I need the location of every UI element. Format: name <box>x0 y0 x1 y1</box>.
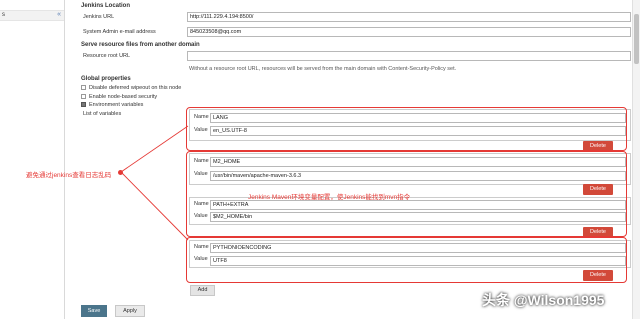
admin-email-label: System Admin e-mail address <box>83 29 156 35</box>
annotation-dot <box>118 170 123 175</box>
value-label: Value <box>194 171 208 177</box>
serve-resource-title: Serve resource files from another domain <box>81 42 200 48</box>
env-name-input[interactable]: PATH+EXTRA <box>210 200 626 210</box>
vertical-scrollbar[interactable] <box>632 0 640 319</box>
watermark: 头条 @Wilson1995 <box>482 292 605 308</box>
scrollbar-thumb[interactable] <box>634 14 639 64</box>
list-of-variables-label: List of variables <box>83 111 122 117</box>
env-name-input[interactable]: LANG <box>210 113 626 123</box>
env-name-input[interactable]: PYTHONIOENCODING <box>210 243 626 253</box>
env-name-input[interactable]: M2_HOME <box>210 157 626 167</box>
delete-button[interactable]: Delete <box>583 184 613 195</box>
annotation-left-note: 避免通过jenkins查看日志乱码 <box>26 172 112 179</box>
checkbox[interactable] <box>81 85 86 91</box>
delete-button[interactable]: Delete <box>583 227 613 238</box>
apply-button[interactable]: Apply <box>115 305 145 317</box>
annotation-maven-note: Jenkins Maven环境变量配置，使Jenkins能找到mvn指令 <box>248 194 411 201</box>
env-value-input[interactable]: UTF8 <box>210 256 626 266</box>
env-var-entry: Name LANG Value en_US.UTF-8 <box>189 109 631 141</box>
name-label: Name <box>194 201 209 207</box>
jenkins-location-title: Jenkins Location <box>81 3 131 9</box>
checkbox[interactable] <box>81 94 86 100</box>
admin-email-input[interactable]: 845023508@qq.com <box>187 27 631 37</box>
collapse-icon[interactable]: « <box>57 11 61 18</box>
resource-root-label: Resource root URL <box>83 53 131 59</box>
sidebar-item[interactable]: s « <box>0 10 64 21</box>
checkbox-checked[interactable] <box>81 102 86 108</box>
value-label: Value <box>194 256 208 262</box>
global-properties-title: Global properties <box>81 76 131 82</box>
resource-root-hint: Without a resource root URL, resources w… <box>189 66 457 72</box>
name-label: Name <box>194 158 209 164</box>
resource-root-input[interactable] <box>187 51 631 61</box>
option-label: Enable node-based security <box>89 94 158 100</box>
option-node-security[interactable]: Enable node-based security <box>81 94 157 100</box>
env-value-input[interactable]: /usr/bin/maven/apache-maven-3.6.3 <box>210 171 626 181</box>
configure-form: Jenkins Location Jenkins URL http://111.… <box>65 0 632 319</box>
env-var-entry: Name PATH+EXTRA Value $M2_HOME/bin <box>189 197 631 225</box>
delete-button[interactable]: Delete <box>583 141 613 152</box>
env-var-entry: Name PYTHONIOENCODING Value UTF8 <box>189 240 631 268</box>
env-var-entry: Name M2_HOME Value /usr/bin/maven/apache… <box>189 153 631 185</box>
value-label: Value <box>194 213 208 219</box>
jenkins-url-label: Jenkins URL <box>83 14 115 20</box>
value-label: Value <box>194 127 208 133</box>
option-env-vars[interactable]: Environment variables <box>81 102 143 108</box>
env-value-input[interactable]: $M2_HOME/bin <box>210 212 626 222</box>
option-label: Disable deferred wipeout on this node <box>89 85 182 91</box>
option-disable-wipeout[interactable]: Disable deferred wipeout on this node <box>81 85 181 91</box>
sidebar: s « <box>0 0 65 319</box>
save-button[interactable]: Save <box>81 305 107 317</box>
jenkins-url-input[interactable]: http://111.229.4.194:8500/ <box>187 12 631 22</box>
add-button[interactable]: Add <box>190 285 215 296</box>
delete-button[interactable]: Delete <box>583 270 613 281</box>
name-label: Name <box>194 114 209 120</box>
name-label: Name <box>194 244 209 250</box>
option-label: Environment variables <box>89 102 144 108</box>
sidebar-item-label: s <box>2 12 5 18</box>
env-value-input[interactable]: en_US.UTF-8 <box>210 126 626 136</box>
